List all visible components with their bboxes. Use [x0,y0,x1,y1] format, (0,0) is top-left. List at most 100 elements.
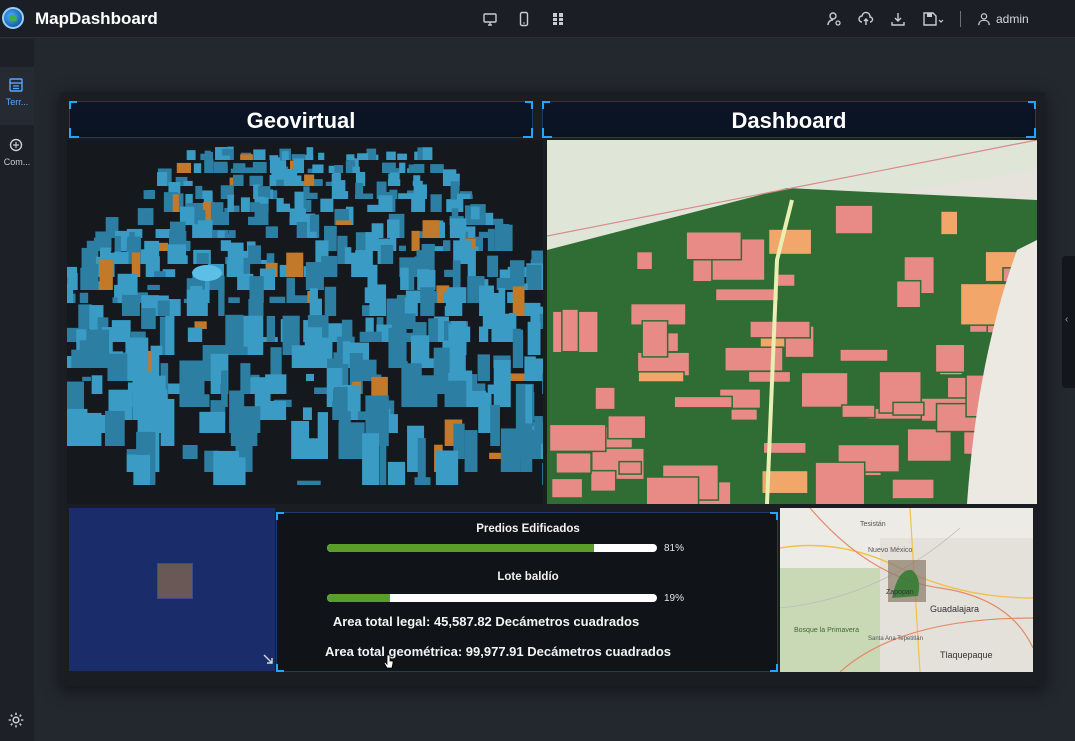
geovirtual-3d-view[interactable] [67,140,543,504]
city-3d-render[interactable] [67,140,543,504]
parcel [841,404,876,419]
building [312,164,324,173]
progress-fill [327,594,390,602]
reference-map-render[interactable]: Tesistán Nuevo México Zapopan Guadalajar… [780,508,1033,672]
parcel [895,279,922,309]
building [228,297,240,303]
building [277,203,291,212]
building [272,160,287,173]
overview-extent-box[interactable] [157,563,193,599]
building [520,423,533,472]
building [411,230,420,251]
sidebar: Terr... Com... [0,39,34,741]
building [265,226,278,238]
building [227,194,234,212]
building [131,252,141,277]
building [513,329,524,368]
dashboard-map[interactable] [547,140,1037,504]
building [493,360,511,407]
geovirtual-header: Geovirtual [69,101,533,138]
building [192,224,210,238]
building [399,162,406,173]
parcel [839,348,889,363]
building [296,222,307,238]
monitor-icon[interactable] [482,11,498,27]
building [233,163,246,173]
download-icon[interactable] [890,11,906,27]
phone-icon[interactable] [516,11,532,27]
building [147,284,160,290]
building [291,181,305,186]
stats-panel: Predios Edificados 81% Lote baldío 19% A… [276,512,778,672]
dashboard-header: Dashboard [542,101,1036,138]
building [281,151,289,160]
building [291,420,310,459]
grid-icon[interactable] [550,11,566,27]
building [293,295,308,303]
building [388,327,407,368]
user-icon [978,13,990,26]
overview-minimap[interactable] [69,508,275,671]
building [314,387,329,394]
save-icon[interactable] [922,11,944,27]
building [165,316,175,355]
parcel-map-render[interactable] [547,140,1037,504]
building [67,283,74,303]
user-pin-icon[interactable] [826,11,842,27]
building [398,245,406,251]
building [527,321,541,355]
round-building [192,265,222,281]
building [143,190,153,199]
building [414,477,431,485]
building [266,315,276,342]
building [217,230,225,238]
building [375,284,387,316]
building [297,480,321,485]
map-label: Santa Ana Tepetitlán [868,636,923,642]
building [88,263,99,290]
parcel [939,210,959,236]
building [172,194,179,212]
sidebar-item-terr[interactable]: Terr... [0,67,34,125]
building [400,267,409,290]
sidebar-item-com[interactable]: Com... [0,127,34,185]
collapse-panel-tab[interactable]: ‹ [1062,256,1075,388]
parcel [673,395,733,409]
building [344,247,352,264]
building [269,174,277,186]
building [204,159,214,173]
reference-map[interactable]: Tesistán Nuevo México Zapopan Guadalajar… [780,508,1033,672]
mouse-cursor-icon [384,654,394,669]
building [86,412,102,446]
settings-icon[interactable] [7,711,25,729]
building [183,180,193,186]
building [137,208,154,225]
progress-bar-baldio [327,594,657,602]
building [79,292,89,303]
building [318,152,325,160]
map-label: Tesistán [860,521,886,528]
building [186,150,196,160]
device-switcher [482,11,566,27]
building [365,232,379,251]
building [487,255,499,277]
user-menu[interactable]: admin [977,12,1029,26]
building [195,185,203,199]
building [430,164,444,173]
building [240,363,251,394]
building [196,253,209,264]
building [320,198,334,212]
building [491,313,511,342]
building [107,353,128,381]
building [179,360,205,407]
building [542,462,543,485]
building [154,271,166,277]
parcel [589,469,617,493]
upload-icon[interactable] [858,11,874,27]
building [334,165,344,173]
building [378,195,393,212]
building [176,162,192,173]
building [286,252,304,277]
building [417,269,430,290]
building [494,224,513,251]
